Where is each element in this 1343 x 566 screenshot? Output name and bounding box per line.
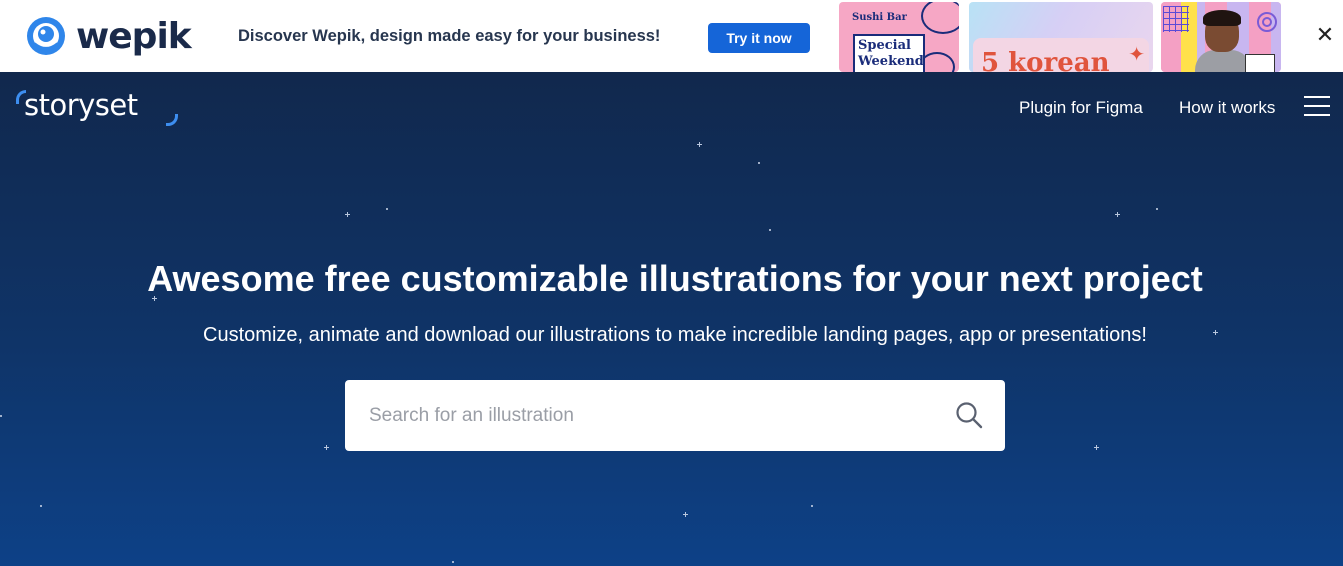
search-box (345, 380, 1005, 451)
star-decoration (452, 561, 454, 563)
close-banner-button[interactable]: ✕ (1314, 22, 1336, 48)
star-decoration (769, 229, 771, 231)
template-thumbnail-sushi[interactable]: Sushi Bar Special Weekend (839, 2, 959, 72)
nav-how-it-works[interactable]: How it works (1179, 98, 1275, 118)
thumbnail-text: 5 korean (981, 48, 1110, 72)
storyset-brand: storyset (24, 88, 138, 122)
star-decoration (40, 505, 42, 507)
thumbnail-text-line1: Special (858, 38, 911, 53)
star-decoration (811, 505, 813, 507)
search-button[interactable] (951, 398, 987, 434)
window-icon (1245, 54, 1275, 72)
star-decoration (0, 415, 2, 417)
wepik-logo-icon (27, 17, 65, 55)
try-it-now-button[interactable]: Try it now (708, 23, 810, 53)
banner-message: Discover Wepik, design made easy for you… (238, 27, 661, 45)
hero-section: storyset Plugin for Figma How it works A… (0, 72, 1343, 566)
star-decoration (697, 142, 702, 147)
template-thumbnail-korean[interactable]: 5 korean ✦ (969, 2, 1153, 72)
star-decoration (683, 512, 688, 517)
grid-pattern-icon (1163, 6, 1189, 32)
hero-subtitle: Customize, animate and download our illu… (203, 324, 1147, 346)
star-decoration (1156, 208, 1158, 210)
wepik-logo[interactable]: wepik (24, 12, 192, 60)
template-thumbnail-person[interactable] (1161, 2, 1281, 72)
wepik-brand: wepik (76, 15, 192, 57)
sparkle-icon: ✦ (1128, 44, 1145, 66)
star-decoration (345, 212, 350, 217)
person-hair (1203, 10, 1241, 26)
star-decoration (324, 445, 329, 450)
thumbnail-box: Special Weekend (853, 34, 925, 72)
thumbnail-header: Sushi Bar (852, 12, 907, 23)
star-decoration (1094, 445, 1099, 450)
target-circle-inner (1262, 17, 1272, 27)
hamburger-menu-button[interactable] (1304, 96, 1332, 120)
nav-plugin-for-figma[interactable]: Plugin for Figma (1019, 98, 1143, 118)
ad-banner: wepik Discover Wepik, design made easy f… (0, 0, 1343, 72)
hamburger-icon-line (1304, 105, 1330, 107)
search-input[interactable] (369, 398, 929, 434)
hamburger-icon (1304, 96, 1330, 98)
thumbnail-decoration (921, 2, 959, 34)
star-decoration (1115, 212, 1120, 217)
star-decoration (758, 162, 760, 164)
search-icon (956, 401, 983, 428)
thumbnail-text-line2: Weekend (858, 54, 924, 69)
person-photo-icon (1195, 50, 1251, 72)
hamburger-icon-line (1304, 114, 1330, 116)
logo-arc-icon (166, 114, 178, 126)
star-decoration (386, 208, 388, 210)
hero-title: Awesome free customizable illustrations … (147, 258, 1203, 299)
